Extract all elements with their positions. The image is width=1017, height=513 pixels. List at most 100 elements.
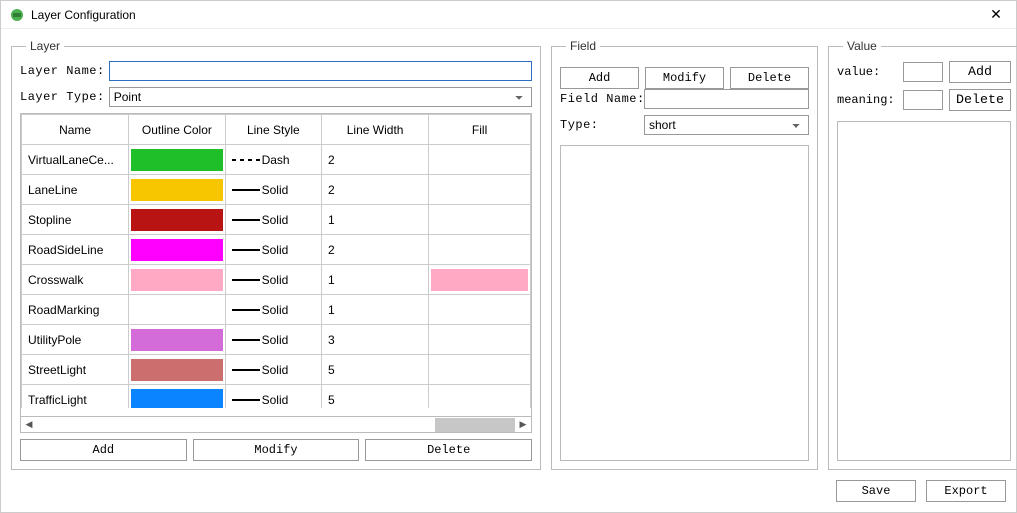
cell-line-style: Solid (225, 385, 321, 409)
table-row[interactable]: LaneLine Solid 2 (22, 175, 531, 205)
layer-fieldset: Layer Layer Name: Layer Type: Point Name (11, 39, 541, 470)
cell-line-style: Solid (225, 235, 321, 265)
cell-line-width: 2 (322, 175, 429, 205)
cell-line-style: Solid (225, 175, 321, 205)
layer-type-select[interactable]: Point (109, 87, 532, 107)
cell-fill (429, 265, 531, 295)
solid-line-icon (232, 399, 260, 401)
meaning-input[interactable] (903, 90, 943, 110)
scroll-track[interactable] (37, 418, 515, 432)
cell-line-style: Solid (225, 295, 321, 325)
export-button[interactable]: Export (926, 480, 1006, 502)
scroll-thumb[interactable] (435, 418, 515, 432)
line-style-text: Solid (262, 363, 289, 377)
cell-fill (429, 355, 531, 385)
table-row[interactable]: StreetLightSolid5 (22, 355, 531, 385)
value-label: value: (837, 65, 897, 79)
cell-outline-color (129, 295, 225, 325)
cell-line-style: Dash (225, 145, 321, 175)
table-row[interactable]: UtilityPole Solid3 (22, 325, 531, 355)
value-listbox[interactable] (837, 121, 1011, 461)
cell-name: RoadSideLine (22, 235, 129, 265)
close-button[interactable]: ✕ (984, 6, 1008, 23)
solid-line-icon (232, 249, 260, 251)
cell-name: TrafficLight (22, 385, 129, 409)
field-type-select[interactable]: short (644, 115, 809, 135)
scroll-left-arrow[interactable]: ◀ (21, 418, 37, 432)
field-button-row: Add Modify Delete (560, 67, 809, 89)
content-area: Layer Layer Name: Layer Type: Point Name (1, 29, 1016, 474)
value-input[interactable] (903, 62, 943, 82)
table-row[interactable]: VirtualLaneCe...Dash2 (22, 145, 531, 175)
horizontal-scrollbar[interactable]: ◀ ▶ (20, 417, 532, 433)
table-row[interactable]: RoadSideLineSolid2 (22, 235, 531, 265)
cell-line-style: Solid (225, 325, 321, 355)
app-icon (9, 7, 25, 23)
field-add-button[interactable]: Add (560, 67, 639, 89)
cell-fill (429, 325, 531, 355)
cell-name: RoadMarking (22, 295, 129, 325)
layer-name-label: Layer Name: (20, 64, 105, 78)
col-fill-header: Fill (429, 115, 531, 145)
cell-line-style: Solid (225, 265, 321, 295)
value-legend: Value (843, 39, 881, 53)
color-swatch (131, 149, 222, 171)
cell-name: UtilityPole (22, 325, 129, 355)
cell-fill (429, 145, 531, 175)
layer-legend: Layer (26, 39, 64, 53)
cell-name: LaneLine (22, 175, 129, 205)
solid-line-icon (232, 339, 260, 341)
color-swatch (131, 239, 222, 261)
field-name-input[interactable] (644, 89, 809, 109)
solid-line-icon (232, 189, 260, 191)
cell-line-width: 5 (322, 355, 429, 385)
line-style-text: Solid (262, 273, 289, 287)
cell-outline-color (129, 145, 225, 175)
cell-fill (429, 235, 531, 265)
layer-type-label: Layer Type: (20, 90, 105, 104)
table-row[interactable]: RoadMarking Solid1 (22, 295, 531, 325)
cell-outline-color (129, 175, 225, 205)
scroll-right-arrow[interactable]: ▶ (515, 418, 531, 432)
layer-delete-button[interactable]: Delete (365, 439, 532, 461)
col-outline-color-header: Outline Color (129, 115, 225, 145)
value-delete-button[interactable]: Delete (949, 89, 1011, 111)
cell-name: VirtualLaneCe... (22, 145, 129, 175)
cell-line-style: Solid (225, 205, 321, 235)
layer-name-input[interactable] (109, 61, 532, 81)
line-style-text: Dash (262, 153, 290, 167)
table-row[interactable]: TrafficLightSolid5 (22, 385, 531, 409)
field-listbox[interactable] (560, 145, 809, 461)
field-legend: Field (566, 39, 600, 53)
cell-line-width: 1 (322, 205, 429, 235)
window-title: Layer Configuration (31, 8, 984, 22)
value-value-row: value: Add (837, 61, 1011, 83)
layer-table: Name Outline Color Line Style Line Width… (21, 114, 531, 408)
field-name-row: Field Name: (560, 89, 809, 109)
cell-outline-color (129, 265, 225, 295)
layer-table-container: Name Outline Color Line Style Line Width… (20, 113, 532, 417)
layer-table-scroll[interactable]: Name Outline Color Line Style Line Width… (21, 114, 531, 408)
cell-fill (429, 205, 531, 235)
line-style-text: Solid (262, 183, 289, 197)
field-modify-button[interactable]: Modify (645, 67, 724, 89)
layer-add-button[interactable]: Add (20, 439, 187, 461)
col-name-header: Name (22, 115, 129, 145)
col-line-style-header: Line Style (225, 115, 321, 145)
table-row[interactable]: StoplineSolid1 (22, 205, 531, 235)
value-add-button[interactable]: Add (949, 61, 1011, 83)
value-fieldset: Value value: Add meaning: Delete (828, 39, 1017, 470)
cell-name: Crosswalk (22, 265, 129, 295)
cell-line-width: 3 (322, 325, 429, 355)
table-row[interactable]: Crosswalk Solid 1 (22, 265, 531, 295)
field-type-label: Type: (560, 118, 640, 132)
save-button[interactable]: Save (836, 480, 916, 502)
field-name-label: Field Name: (560, 92, 640, 106)
meaning-label: meaning: (837, 93, 897, 107)
layer-modify-button[interactable]: Modify (193, 439, 360, 461)
cell-line-width: 1 (322, 265, 429, 295)
field-delete-button[interactable]: Delete (730, 67, 809, 89)
cell-line-width: 1 (322, 295, 429, 325)
cell-fill (429, 175, 531, 205)
cell-outline-color (129, 385, 225, 409)
